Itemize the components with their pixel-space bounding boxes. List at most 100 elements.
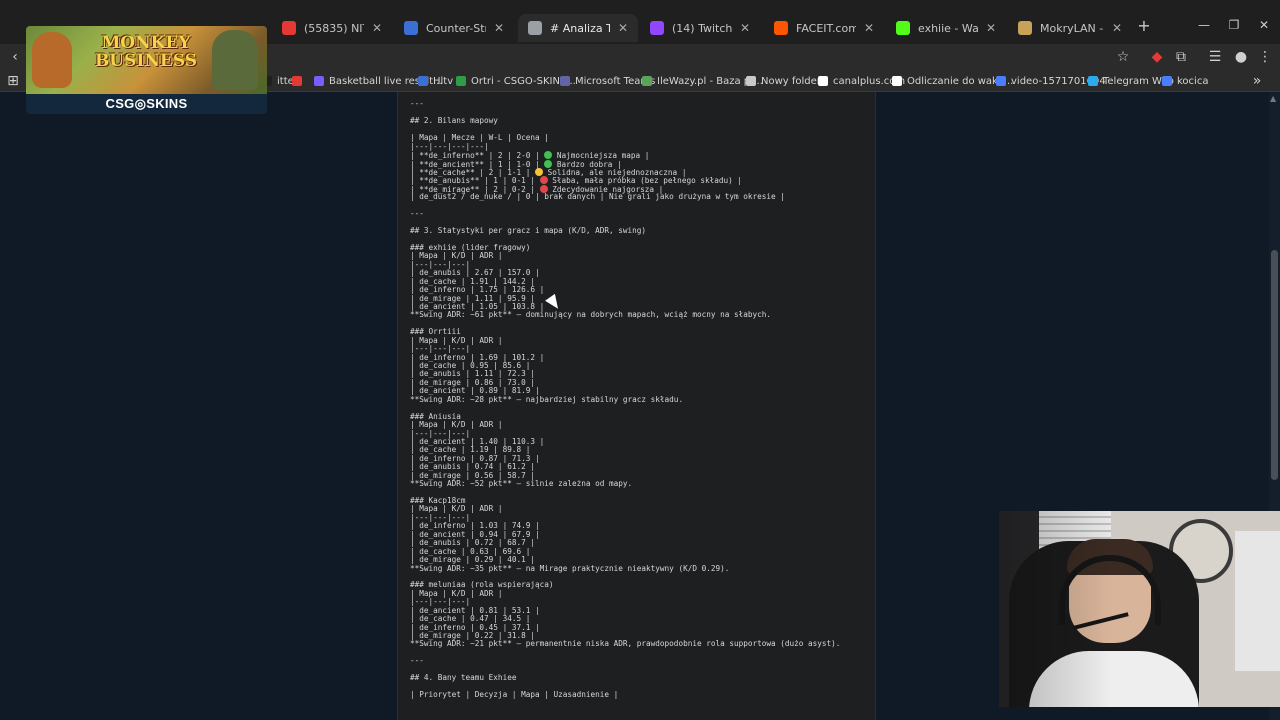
document-line: ## 3. Statystyki per gracz i mapa (K/D, … xyxy=(410,226,647,235)
bookmark-item[interactable]: kocica xyxy=(1162,74,1208,88)
red-circle-icon xyxy=(539,176,548,185)
bookmark-favicon-icon xyxy=(456,76,466,86)
extension-icon[interactable]: ◆ xyxy=(1148,48,1166,66)
scrollbar-thumb[interactable] xyxy=(1271,250,1278,480)
minimize-button[interactable]: — xyxy=(1196,18,1212,32)
document-line: ## 2. Bilans mapowy xyxy=(410,116,498,126)
document-line: **Swing ADR: ~61 pkt** – dominujący na d… xyxy=(410,310,772,320)
bookmark-label: Hltv xyxy=(433,75,454,87)
browser-tab[interactable]: Counter-Strike News ✕ xyxy=(394,14,514,42)
apps-grid-icon[interactable]: ⊞ xyxy=(4,72,22,90)
document-line: --- xyxy=(410,656,424,666)
document-line: --- xyxy=(410,209,424,219)
tab-title: Counter-Strike News xyxy=(426,21,486,35)
document-line: |---|---|---|---| xyxy=(410,141,489,151)
tab-close-icon[interactable]: ✕ xyxy=(1112,21,1122,35)
tab-close-icon[interactable]: ✕ xyxy=(986,21,996,35)
markdown-text: --- ## 2. Bilans mapowy | Mapa | Mecze | W… xyxy=(410,92,870,700)
banner-title: MONKEY BUSINESS xyxy=(94,33,198,71)
tab-close-icon[interactable]: ✕ xyxy=(618,21,628,35)
bookmark-favicon-icon xyxy=(746,76,756,86)
bookmark-favicon-icon xyxy=(818,76,828,86)
bookmark-item[interactable]: Hltv xyxy=(418,74,453,88)
browser-tab[interactable]: FACEIT.com ✕ xyxy=(764,14,884,42)
webcam-shading xyxy=(999,511,1280,707)
tab-title: # Analiza Team Exhie xyxy=(550,21,610,35)
document-line: | Mapa | K/D | ADR | xyxy=(410,251,503,261)
yellow-circle-icon xyxy=(534,167,543,176)
document-line: | **de_inferno** | 2 | 2-0 | Najmocniejs… xyxy=(410,151,650,161)
close-window-button[interactable]: ✕ xyxy=(1256,18,1272,32)
document-line: --- xyxy=(410,99,424,109)
document-line xyxy=(410,202,870,210)
tab-close-icon[interactable]: ✕ xyxy=(372,21,382,35)
document-line: **Swing ADR: ~35 pkt** – na Mirage prakt… xyxy=(410,563,730,573)
document-line: | Mapa | K/D | ADR | xyxy=(410,588,503,598)
bookmark-label: Nowy folder xyxy=(761,75,821,87)
bookmark-favicon-icon xyxy=(1088,76,1098,86)
bookmark-favicon-icon xyxy=(892,76,902,86)
bookmark-favicon-icon xyxy=(642,76,652,86)
bookmark-item[interactable]: Ortri - CSGO-SKINS... xyxy=(456,74,576,88)
profile-icon[interactable]: ● xyxy=(1232,48,1250,66)
document-line: | Mapa | K/D | ADR | xyxy=(410,504,503,514)
document-line xyxy=(410,320,870,328)
webcam-overlay xyxy=(999,511,1280,707)
new-tab-button[interactable]: + xyxy=(1136,18,1152,34)
bookmark-label: kocica xyxy=(1177,75,1209,87)
tab-favicon-icon xyxy=(282,21,296,35)
tab-title: FACEIT.com xyxy=(796,21,856,35)
document-line: | Mapa | K/D | ADR | xyxy=(410,335,503,345)
menu-icon[interactable]: ⋮ xyxy=(1256,48,1274,66)
media-icon[interactable]: ☰ xyxy=(1206,48,1224,66)
tab-favicon-icon xyxy=(1018,21,1032,35)
bookmark-favicon-icon xyxy=(314,76,324,86)
tab-close-icon[interactable]: ✕ xyxy=(864,21,874,35)
document-line: ## 4. Bany teamu Exhiee xyxy=(410,673,517,683)
sponsor-banner[interactable]: MONKEY BUSINESS CSG◎SKINS xyxy=(26,26,267,114)
scroll-up-icon[interactable]: ▲ xyxy=(1270,94,1276,103)
document-line: | Mapa | K/D | ADR | xyxy=(410,420,503,430)
restore-button[interactable]: ❐ xyxy=(1226,18,1242,32)
more-bookmarks-button[interactable]: » xyxy=(1248,72,1266,90)
document-line: **Swing ADR: ~28 pkt** – najbardziej sta… xyxy=(410,394,684,404)
browser-tab[interactable]: exhiie - Watch the VC ✕ xyxy=(886,14,1006,42)
tab-favicon-icon xyxy=(404,21,418,35)
tab-favicon-icon xyxy=(528,21,542,35)
bookmark-item[interactable]: IleWazy.pl - Baza pr... xyxy=(642,74,763,88)
document-line: | **de_cache** | 2 | 1-1 | Solidna, ale … xyxy=(410,167,687,177)
bookmark-favicon-icon xyxy=(1162,76,1172,86)
bookmark-favicon-icon xyxy=(418,76,428,86)
bookmark-item[interactable] xyxy=(292,74,307,88)
document-line xyxy=(410,92,870,100)
document-page: --- ## 2. Bilans mapowy | Mapa | Mecze | W… xyxy=(397,92,876,720)
browser-tab[interactable]: (14) Twitch ✕ xyxy=(640,14,760,42)
document-line xyxy=(410,489,870,497)
bookmark-item[interactable]: Telegram Web xyxy=(1088,74,1174,88)
tab-title: (55835) NITRO O SLA xyxy=(304,21,364,35)
puzzle-icon[interactable]: ⧉ xyxy=(1172,48,1190,66)
document-line: **Swing ADR: ~21 pkt** – permanentnie ni… xyxy=(410,639,841,649)
soldier-illustration xyxy=(212,30,258,90)
tab-close-icon[interactable]: ✕ xyxy=(494,21,504,35)
monkey-illustration xyxy=(32,32,72,88)
tab-title: exhiie - Watch the VC xyxy=(918,21,978,35)
back-icon[interactable]: ‹ xyxy=(6,48,24,66)
document-line xyxy=(410,404,870,412)
star-icon[interactable]: ☆ xyxy=(1114,48,1132,66)
tab-close-icon[interactable]: ✕ xyxy=(740,21,750,35)
bookmark-favicon-icon xyxy=(560,76,570,86)
browser-tab[interactable]: # Analiza Team Exhie ✕ xyxy=(518,14,638,42)
document-line: **Swing ADR: ~52 pkt** – silnie zależna … xyxy=(410,479,633,489)
banner-brand: CSG◎SKINS xyxy=(105,96,188,111)
tab-title: MokryLAN - Turniej xyxy=(1040,21,1104,35)
document-line: | **de_anubis** | 1 | 0-1 | Słaba, mała … xyxy=(410,176,742,186)
bookmark-favicon-icon xyxy=(996,76,1006,86)
document-line xyxy=(410,649,870,657)
tab-title: (14) Twitch xyxy=(672,21,732,35)
document-line: | Priorytet | Decyzja | Mapa | Uzasadnie… xyxy=(410,690,619,700)
browser-tab[interactable]: MokryLAN - Turniej ✕ xyxy=(1008,14,1132,42)
browser-tab[interactable]: (55835) NITRO O SLA ✕ xyxy=(272,14,392,42)
bookmark-item[interactable]: Nowy folder xyxy=(746,74,821,88)
document-line: | de_dust2 / de_nuke / | 0 | brak danych… xyxy=(410,192,785,202)
